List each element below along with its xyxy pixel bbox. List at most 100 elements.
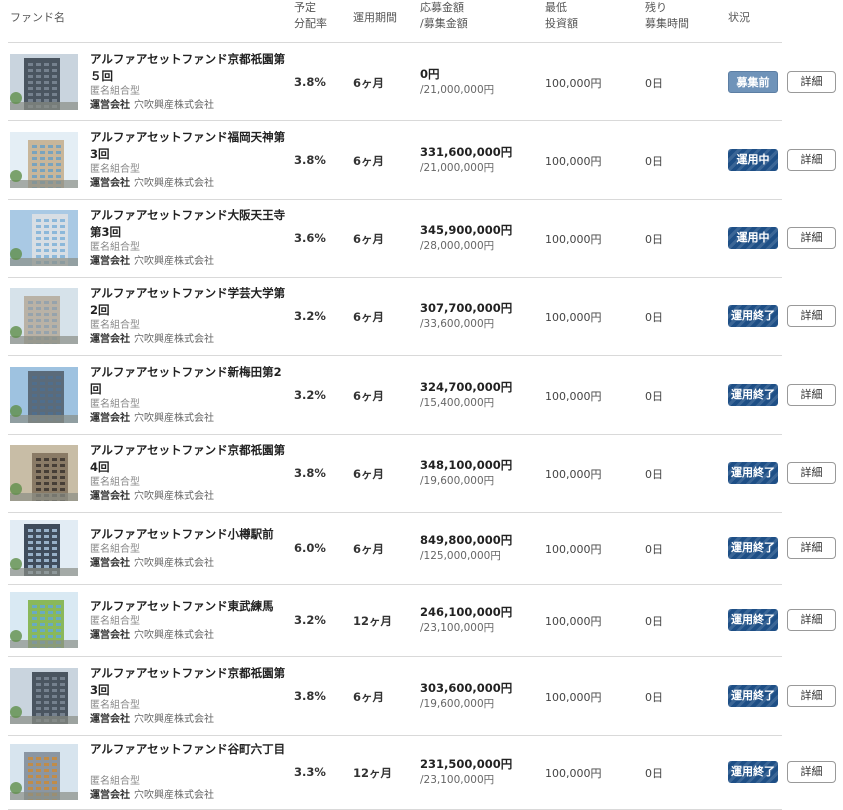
company-name: 穴吹興産株式会社 [134,100,214,111]
company-label: 運営会社 [90,256,130,267]
company-label: 運営会社 [90,334,130,345]
target-amount: /33,600,000円 [420,318,495,330]
applied-amount: 849,800,000円 [420,533,513,547]
operation-period: 12ヶ月 [353,614,393,628]
status-badge: 運用終了 [728,305,778,327]
table-row: アルファアセットファンド東武練馬 匿名組合型 運営会社 穴吹興産株式会社 3.2% 12ヶ… [0,584,843,656]
detail-button[interactable]: 詳細 [787,149,836,171]
status-badge: 募集前 [728,71,778,93]
company-label: 運営会社 [90,558,130,569]
fund-title-link[interactable]: アルファアセットファンド谷町六丁目 [90,741,288,758]
company-label: 運営会社 [90,178,130,189]
property-image[interactable] [10,668,78,724]
min-investment: 100,000円 [545,311,602,324]
remaining-time: 0日 [645,233,663,246]
table-row: アルファアセットファンド新梅田第2回 匿名組合型 運営会社 穴吹興産株式会社 3.2% 6… [0,355,843,434]
fund-type: 匿名組合型 [90,399,140,410]
remaining-time: 0日 [645,615,663,628]
operating-company: 運営会社 穴吹興産株式会社 [90,333,214,347]
operation-period: 6ヶ月 [353,310,385,324]
operating-company: 運営会社 穴吹興産株式会社 [90,99,214,113]
company-name: 穴吹興産株式会社 [134,178,214,189]
applied-amount: 246,100,000円 [420,605,513,619]
property-image[interactable] [10,367,78,423]
fund-title-link[interactable]: アルファアセットファンド福岡天神第3回 [90,129,288,163]
target-amount: /125,000,000円 [420,550,501,562]
min-investment: 100,000円 [545,390,602,403]
operation-period: 6ヶ月 [353,76,385,90]
detail-button[interactable]: 詳細 [787,305,836,327]
fund-type: 匿名組合型 [90,776,140,787]
fund-title-link[interactable]: アルファアセットファンド新梅田第2回 [90,364,288,398]
header-status: 状況 [728,11,750,24]
property-image[interactable] [10,132,78,188]
company-name: 穴吹興産株式会社 [134,491,214,502]
header-fund-name: ファンド名 [10,11,65,24]
company-name: 穴吹興産株式会社 [134,334,214,345]
operation-period: 6ヶ月 [353,467,385,481]
expected-rate: 6.0% [294,541,326,555]
property-image[interactable] [10,210,78,266]
applied-amount: 0円 [420,67,440,81]
property-image[interactable] [10,445,78,501]
operation-period: 6ヶ月 [353,232,385,246]
operation-period: 6ヶ月 [353,154,385,168]
applied-amount: 331,600,000円 [420,145,513,159]
company-label: 運営会社 [90,413,130,424]
fund-title-link[interactable]: アルファアセットファンド東武練馬 [90,598,288,615]
operating-company: 運営会社 穴吹興産株式会社 [90,557,214,571]
table-row: アルファアセットファンド京都祇園第５回 匿名組合型 運営会社 穴吹興産株式会社 3.8%… [0,43,843,120]
property-image[interactable] [10,54,78,110]
target-amount: /19,600,000円 [420,475,495,487]
detail-button[interactable]: 詳細 [787,384,836,406]
table-row: アルファアセットファンド京都祇園第4回 匿名組合型 運営会社 穴吹興産株式会社 3.8%… [0,434,843,512]
property-image[interactable] [10,288,78,344]
fund-title-link[interactable]: アルファアセットファンド小樽駅前 [90,526,288,543]
detail-button[interactable]: 詳細 [787,462,836,484]
fund-list: ファンド名 予定 分配率 運用期間 応募金額 /募集金額 最低 投資額 残り 募… [0,0,843,810]
company-label: 運営会社 [90,714,130,725]
property-image[interactable] [10,592,78,648]
company-name: 穴吹興産株式会社 [134,558,214,569]
remaining-time: 0日 [645,767,663,780]
target-amount: /23,100,000円 [420,622,495,634]
remaining-time: 0日 [645,311,663,324]
remaining-time: 0日 [645,390,663,403]
fund-type: 匿名組合型 [90,544,140,555]
company-name: 穴吹興産株式会社 [134,790,214,801]
expected-rate: 3.2% [294,388,326,402]
company-label: 運営会社 [90,790,130,801]
status-badge: 運用終了 [728,537,778,559]
remaining-time: 0日 [645,77,663,90]
remaining-time: 0日 [645,691,663,704]
operating-company: 運営会社 穴吹興産株式会社 [90,713,214,727]
fund-title-link[interactable]: アルファアセットファンド京都祇園第５回 [90,51,288,85]
status-badge: 運用終了 [728,761,778,783]
detail-button[interactable]: 詳細 [787,685,836,707]
property-image[interactable] [10,520,78,576]
detail-button[interactable]: 詳細 [787,609,836,631]
fund-title-link[interactable]: アルファアセットファンド京都祇園第3回 [90,665,288,699]
table-row: アルファアセットファンド小樽駅前 匿名組合型 運営会社 穴吹興産株式会社 6.0% 6ヶ月… [0,512,843,584]
fund-type: 匿名組合型 [90,164,140,175]
remaining-time: 0日 [645,155,663,168]
applied-amount: 324,700,000円 [420,380,513,394]
detail-button[interactable]: 詳細 [787,71,836,93]
fund-title-link[interactable]: アルファアセットファンド大阪天王寺 第3回 [90,207,297,241]
table-row: アルファアセットファンド大阪天王寺 第3回 匿名組合型 運営会社 穴吹興産株式会社 3.… [0,199,843,277]
table-row: アルファアセットファンド学芸大学第2回 匿名組合型 運営会社 穴吹興産株式会社 3.2%… [0,277,843,355]
status-badge: 運用中 [728,227,778,249]
fund-title-link[interactable]: アルファアセットファンド京都祇園第4回 [90,442,288,476]
detail-button[interactable]: 詳細 [787,227,836,249]
expected-rate: 3.6% [294,231,326,245]
fund-type: 匿名組合型 [90,700,140,711]
detail-button[interactable]: 詳細 [787,761,836,783]
property-image[interactable] [10,744,78,800]
header-amount: 応募金額 /募集金額 [420,1,468,30]
fund-title-link[interactable]: アルファアセットファンド学芸大学第2回 [90,285,288,319]
detail-button[interactable]: 詳細 [787,537,836,559]
status-badge: 運用終了 [728,685,778,707]
min-investment: 100,000円 [545,691,602,704]
operating-company: 運営会社 穴吹興産株式会社 [90,629,214,643]
target-amount: /19,600,000円 [420,698,495,710]
